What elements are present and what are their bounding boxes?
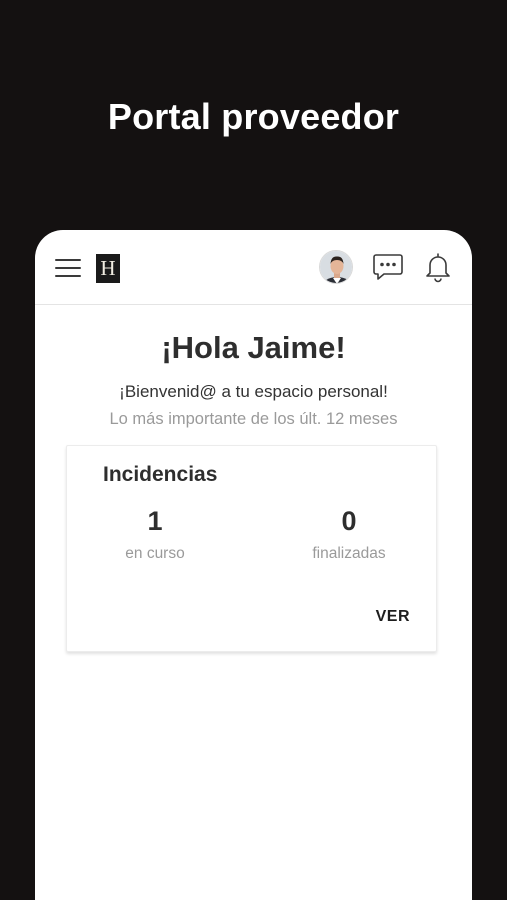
stat-label: en curso [125, 545, 185, 562]
brand-logo: H [96, 254, 120, 283]
incidents-card: Incidencias 1 en curso 0 finalizadas VER [66, 445, 437, 652]
phone-frame: H ¡Hola Jaime! ¡Bienvenid@ a tu espacio … [35, 230, 472, 900]
card-title: Incidencias [103, 463, 218, 486]
avatar-photo [320, 251, 352, 283]
stat-value: 0 [341, 506, 357, 536]
greeting-title: ¡Hola Jaime! [161, 330, 346, 365]
promo-title: Portal proveedor [107, 96, 400, 137]
view-button[interactable]: VER [376, 608, 410, 626]
stat-label: finalizadas [312, 545, 386, 562]
stat-value: 1 [147, 506, 163, 536]
welcome-text: ¡Bienvenid@ a tu espacio personal! [119, 382, 388, 401]
user-avatar[interactable] [319, 250, 353, 284]
hamburger-menu-icon[interactable] [55, 259, 81, 277]
screen: Portal proveedor H ¡Hola Jaime! ¡Bienven… [0, 0, 507, 900]
stat-finished: 0 finalizadas [269, 504, 429, 563]
stat-in-progress: 1 en curso [75, 504, 235, 563]
chat-bubble-icon[interactable] [372, 252, 404, 282]
bell-icon[interactable] [424, 251, 452, 283]
period-subtitle: Lo más importante de los últ. 12 meses [109, 410, 398, 428]
app-header: H [35, 230, 472, 305]
